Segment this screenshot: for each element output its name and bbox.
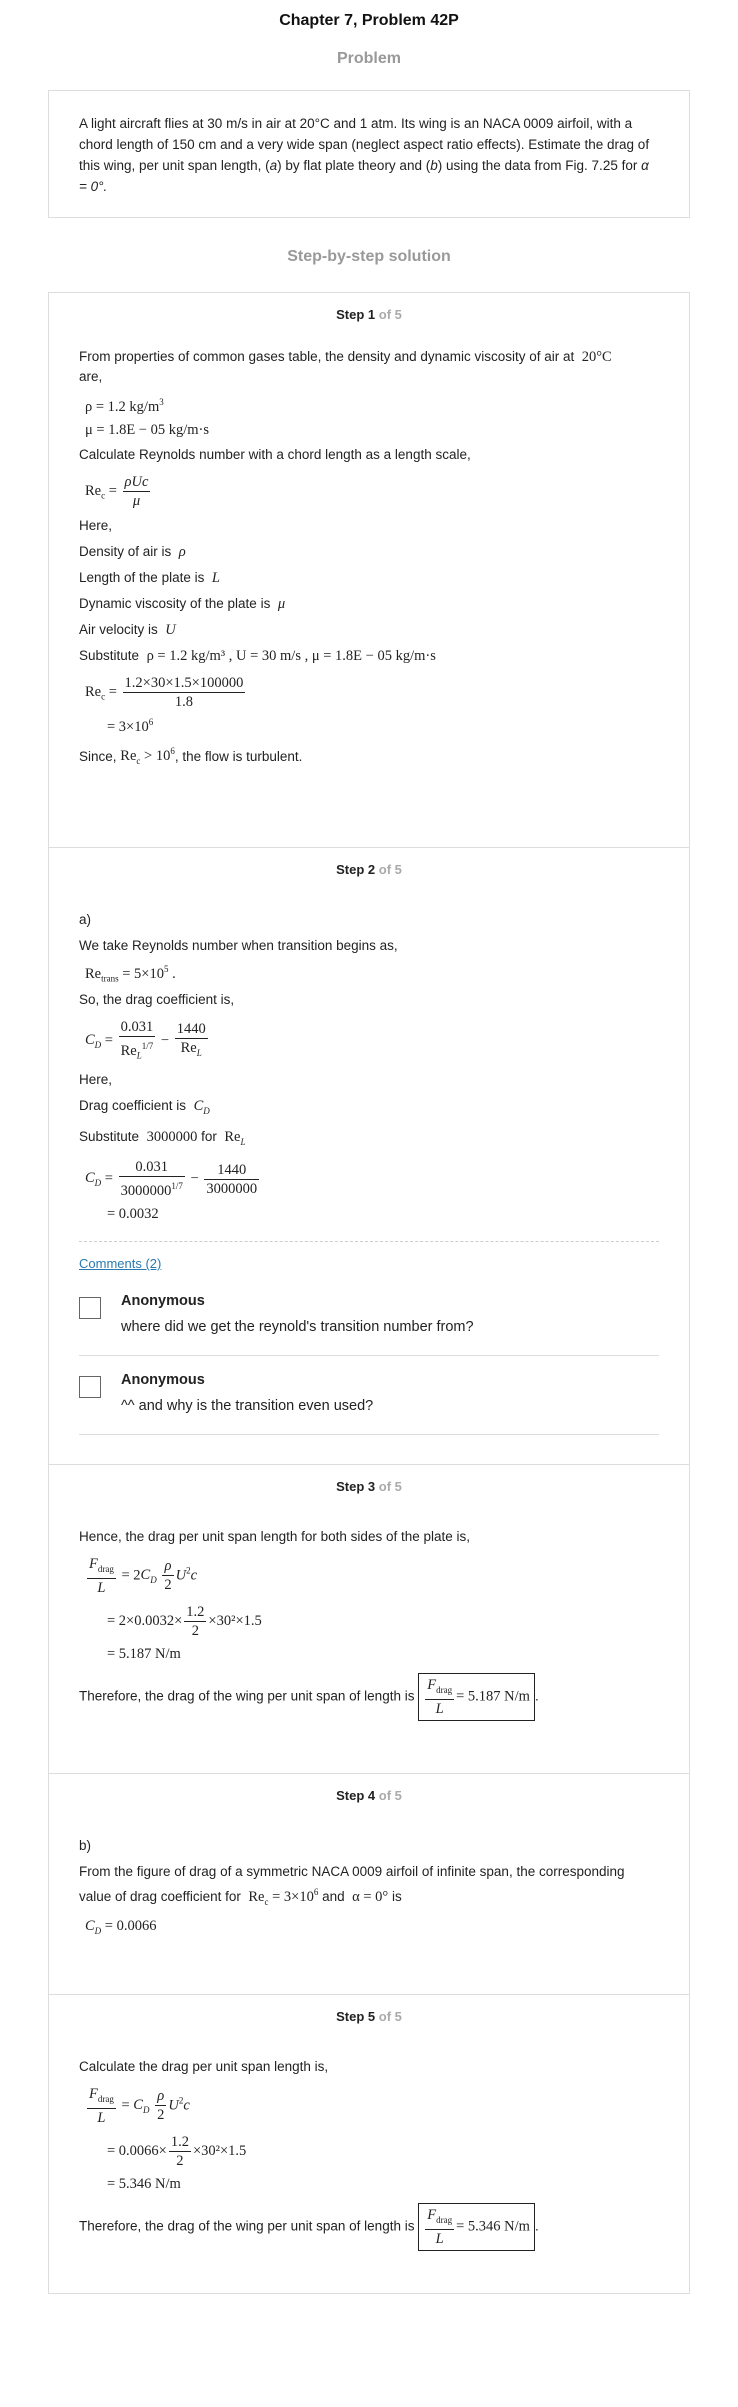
comment-item: Anonymous where did we get the reynold's… (79, 1277, 659, 1357)
comments-link[interactable]: Comments (2) (79, 1256, 161, 1271)
equation-cd-result: = 0.0032 (107, 1206, 159, 1223)
step-3: Step 3 of 5 Hence, the drag per unit spa… (49, 1465, 689, 1774)
step-1: Step 1 of 5 From properties of common ga… (49, 293, 689, 848)
solution-heading: Step-by-step solution (287, 248, 451, 265)
problem-heading: Problem (336, 50, 401, 67)
def-viscosity: Dynamic viscosity of the plate is μ (79, 595, 286, 612)
part-label: b) (79, 1838, 92, 1853)
substitute-line: Substitute ρ = 1.2 kg/m³ , U = 30 m/s , … (79, 647, 436, 664)
equation-rho: ρ = 1.2 kg/m3 (85, 397, 164, 415)
part-label: a) (79, 912, 92, 927)
step-text: Here, (79, 1072, 113, 1088)
comment-item: Anonymous ^^ and why is the transition e… (79, 1356, 659, 1436)
step-text: From the figure of drag of a symmetric N… (79, 1864, 625, 1907)
substitute-line: Substitute 3000000 for ReL (79, 1129, 246, 1148)
problem-text-post: ) using the data from Fig. 7.25 for (437, 158, 642, 173)
equation-reynolds: Rec = ρUc μ (85, 473, 151, 509)
equation-drag: Fdrag L = 2CD ρ 2 U2c (87, 1556, 198, 1596)
step-2: Step 2 of 5 a) We take Reynolds number w… (49, 848, 689, 1465)
step-text: From properties of common gases table, t… (79, 349, 612, 384)
problem-text-mid: ) by flat plate theory and ( (277, 158, 431, 173)
equation-drag-result: = 5.346 N/m (107, 2175, 181, 2192)
def-length: Length of the plate is L (79, 569, 220, 586)
equation-mu: μ = 1.8E − 05 kg/m·s (85, 421, 210, 438)
equation-cd-value: CD = 0.0066 (85, 1917, 157, 1936)
def-density: Density of air is ρ (79, 543, 186, 560)
equation-reynolds-result: = 3×106 (107, 716, 154, 735)
comments-list: Anonymous where did we get the reynold's… (79, 1277, 659, 1436)
equation-cd-sub: CD = 0.031 30000001/7 − 1440 3000000 (85, 1159, 260, 1200)
comment-checkbox[interactable] (79, 1297, 101, 1320)
equation-drag-sub: = 2×0.0032× 1.2 2 ×30²×1.5 (107, 1603, 262, 1639)
comment-checkbox[interactable] (79, 1376, 101, 1399)
comment-author: Anonymous (121, 1293, 205, 1310)
equation-re-trans: Retrans = 5×105 . (85, 964, 176, 984)
step-4: Step 4 of 5 b) From the figure of drag o… (49, 1774, 689, 1995)
def-velocity: Air velocity is U (79, 621, 176, 638)
equation-drag-sub: = 0.0066× 1.2 2 ×30²×1.5 (107, 2133, 247, 2169)
divider (79, 1241, 659, 1243)
step-5: Step 5 of 5 Calculate the drag per unit … (49, 1995, 689, 2293)
comment-text: ^^ and why is the transition even used? (121, 1398, 374, 1415)
answer-line: Therefore, the drag of the wing per unit… (79, 1672, 659, 1721)
step-text: Hence, the drag per unit span length for… (79, 1529, 470, 1544)
step-text: We take Reynolds number when transition … (79, 938, 398, 953)
comment-text: where did we get the reynold's transitio… (121, 1319, 474, 1336)
answer-box: Fdrag L = 5.187 N/m (418, 1672, 535, 1721)
step-text: Calculate the drag per unit span length … (79, 2059, 329, 2074)
problem-part-a: a (269, 158, 278, 173)
step-header: Step 2 of 5 (336, 862, 402, 877)
answer-line: Therefore, the drag of the wing per unit… (79, 2202, 659, 2251)
step-text: Here, (79, 517, 113, 533)
step-text: So, the drag coefficient is, (79, 991, 235, 1007)
comment-author: Anonymous (121, 1372, 205, 1389)
equation-drag-result: = 5.187 N/m (107, 1645, 181, 1662)
steps-container: Step 1 of 5 From properties of common ga… (48, 292, 690, 2294)
solution-page: Chapter 7, Problem 42P Problem A light a… (0, 0, 738, 2294)
page-title: Chapter 7, Problem 42P (279, 12, 459, 29)
step-header: Step 5 of 5 (336, 2009, 402, 2024)
problem-statement: A light aircraft flies at 30 m/s in air … (48, 90, 690, 218)
step-header: Step 3 of 5 (336, 1479, 402, 1494)
step-header: Step 1 of 5 (336, 307, 402, 322)
step-text: Calculate Reynolds number with a chord l… (79, 446, 471, 462)
answer-box: Fdrag L = 5.346 N/m (418, 2202, 535, 2251)
equation-cd: CD = 0.031 ReL1/7 − 1440 ReL (85, 1018, 208, 1061)
since-line: Since, Rec > 106, the flow is turbulent. (79, 746, 303, 767)
def-cd: Drag coefficient is CD (79, 1098, 210, 1117)
step-header: Step 4 of 5 (336, 1788, 402, 1803)
equation-reynolds-sub: Rec = 1.2×30×1.5×100000 1.8 (85, 674, 246, 710)
equation-drag: Fdrag L = CD ρ 2 U2c (87, 2086, 190, 2126)
problem-part-b: b (430, 158, 438, 173)
